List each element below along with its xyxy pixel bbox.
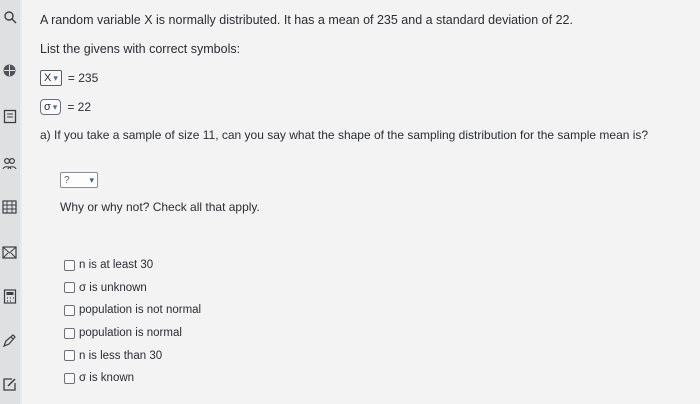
checkbox[interactable] [64, 282, 75, 294]
givens-label: List the givens with correct symbols: [40, 42, 241, 56]
checkbox[interactable] [64, 327, 75, 339]
std-symbol-select[interactable]: σ ▾ [40, 99, 62, 115]
why-label: Why or why not? Check all that apply. [60, 200, 260, 214]
mean-symbol-value: X [44, 72, 52, 84]
choice-label: n is at least 30 [79, 259, 154, 272]
chevron-down-icon: ▾ [89, 174, 94, 185]
grid-icon[interactable] [1, 198, 18, 215]
choice-label: population is not normal [79, 304, 202, 317]
left-icon-rail [0, 0, 20, 404]
list-item[interactable]: n is less than 30 [64, 344, 201, 367]
list-item[interactable]: population is not normal [64, 299, 201, 322]
choice-label: population is normal [79, 327, 182, 340]
given-row-mean: X ▾ = 235 [40, 70, 98, 86]
mail-icon[interactable] [1, 244, 18, 261]
checkbox[interactable] [64, 372, 75, 384]
question-panel: A random variable X is normally distribu… [22, 0, 700, 404]
list-item[interactable]: n is at least 30 [64, 254, 201, 277]
chevron-down-icon: ▾ [52, 101, 58, 112]
people-icon[interactable] [1, 155, 18, 172]
problem-prompt: A random variable X is normally distribu… [40, 13, 573, 27]
given-row-std: σ ▾ = 22 [40, 99, 91, 115]
checkbox[interactable] [64, 350, 75, 362]
pencil-icon[interactable] [1, 332, 18, 349]
checkbox[interactable] [64, 304, 75, 316]
book-icon[interactable] [1, 108, 18, 125]
std-symbol-value: σ [44, 101, 51, 113]
choice-label: σ is known [79, 372, 135, 385]
list-item[interactable]: σ is unknown [64, 277, 201, 300]
list-item[interactable]: population is normal [64, 322, 201, 345]
list-item[interactable]: σ is known [64, 367, 201, 390]
mean-symbol-select[interactable]: X ▾ [40, 70, 62, 86]
question-a: a) If you take a sample of size 11, can … [40, 128, 649, 142]
edit-icon[interactable] [1, 376, 18, 393]
checkbox[interactable] [64, 259, 75, 271]
mean-value: = 235 [67, 71, 99, 85]
choice-label: σ is unknown [79, 281, 147, 294]
reason-checklist: n is at least 30 σ is unknown population… [64, 254, 201, 390]
shape-answer-value: ? [64, 174, 70, 186]
choice-label: n is less than 30 [79, 349, 163, 362]
chevron-down-icon: ▾ [53, 72, 58, 83]
globe-icon[interactable] [1, 62, 18, 79]
search-icon[interactable] [1, 8, 18, 25]
calculator-icon[interactable] [1, 288, 18, 305]
std-value: = 22 [67, 100, 92, 114]
shape-answer-select[interactable]: ? ▾ [60, 172, 98, 188]
